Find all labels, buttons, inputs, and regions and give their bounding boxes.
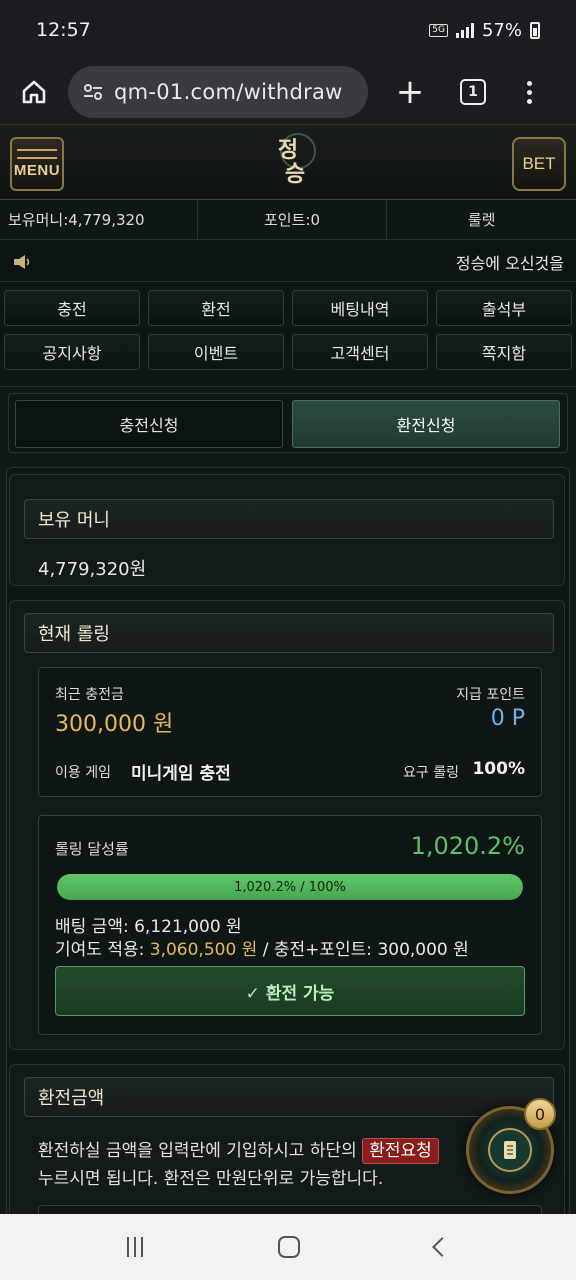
withdraw-request-highlight: 환전요청 [362, 1138, 439, 1164]
withdraw-panel: 보유 머니 4,779,320원 현재 롤링 최근 충전금 300,000 원 … [6, 467, 570, 1264]
main-content: 충전신청 환전신청 보유 머니 4,779,320원 현재 롤링 최근 충전금 … [0, 386, 576, 1264]
battery-percent: 57% [481, 19, 522, 41]
nav-bet-history[interactable]: 베팅내역 [292, 290, 428, 326]
bonus-point-label: 지급 포인트 [456, 687, 525, 703]
logo-char-1: 정 [277, 137, 299, 163]
contribution-value: 3,060,500 원 [149, 940, 258, 960]
home-button[interactable] [14, 72, 54, 112]
notice-bar: 정승에 오신것을 [0, 242, 576, 282]
nav-attendance[interactable]: 출석부 [436, 290, 572, 326]
nav-event[interactable]: 이벤트 [148, 334, 284, 370]
home-icon [22, 80, 46, 104]
status-time: 12:57 [36, 19, 91, 41]
address-bar[interactable]: qm-01.com/withdraw [68, 66, 368, 118]
contribution-label: 기여도 적용: [55, 940, 145, 960]
system-nav-bar [0, 1214, 576, 1280]
new-tab-button[interactable]: + [390, 72, 430, 112]
menu-button[interactable]: MENU [10, 137, 64, 191]
money-section-title: 보유 머니 [24, 499, 554, 539]
bet-amount-line: 배팅 금액: 6,121,000 원 [55, 912, 242, 937]
bonus-point-value: 0 P [490, 706, 525, 731]
account-info-bar: 보유머니:4,779,320 포인트:0 룰렛 [0, 200, 576, 240]
nav-customer-center[interactable]: 고객센터 [292, 334, 428, 370]
browser-toolbar: qm-01.com/withdraw + 1 [0, 60, 576, 124]
rolling-rate-label: 롤링 달성률 [55, 840, 129, 858]
bet-amount-value: 6,121,000 원 [134, 917, 242, 937]
status-icons: 5G 57% [429, 20, 540, 41]
bet-button[interactable]: BET [512, 137, 566, 191]
hamburger-icon [17, 149, 57, 159]
page: 12:57 5G 57% qm-01.com/withdraw + 1 MENU… [0, 0, 576, 1280]
nav-deposit[interactable]: 충전 [4, 290, 140, 326]
status-bar: 12:57 5G 57% [0, 0, 576, 60]
signal-icon [455, 22, 474, 38]
points-balance[interactable]: 포인트:0 [198, 200, 388, 239]
back-button[interactable] [431, 1237, 452, 1257]
notification-count-badge: 0 [524, 1098, 556, 1130]
rolling-progress-label: 1,020.2% / 100% [234, 879, 346, 895]
required-rolling-value: 100% [472, 759, 525, 779]
speaker-icon [14, 254, 30, 269]
game-label: 이용 게임 [55, 765, 111, 781]
bet-amount-label: 배팅 금액: [55, 917, 129, 937]
logo-char-2: 승 [284, 161, 306, 187]
recent-deposit-label: 최근 충전금 [55, 687, 124, 703]
scroll-glyph-icon [504, 1141, 516, 1159]
withdraw-available-button[interactable]: ✓ 환전 가능 [55, 966, 525, 1016]
scroll-icon [488, 1128, 532, 1172]
nav-messages[interactable]: 쪽지함 [436, 334, 572, 370]
request-tabs: 충전신청 환전신청 [8, 393, 568, 453]
roulette-link[interactable]: 룰렛 [387, 200, 576, 239]
rolling-section: 현재 롤링 최근 충전금 300,000 원 지급 포인트 0 P 이용 게임 … [9, 600, 565, 1050]
more-menu-button[interactable] [524, 80, 534, 104]
url-text: qm-01.com/withdraw [114, 80, 343, 104]
money-balance: 보유머니:4,779,320 [0, 200, 198, 239]
site-header: MENU 정 승 BET [0, 124, 576, 200]
site-settings-icon[interactable] [82, 81, 104, 103]
nav-notice[interactable]: 공지사항 [4, 334, 140, 370]
notice-text: 정승에 오신것을 [455, 253, 564, 273]
recent-apps-button[interactable] [127, 1237, 144, 1257]
recent-deposit-value: 300,000 원 [55, 712, 174, 737]
rolling-rate-card: 롤링 달성률 1,020.2% 1,020.2% / 100% 배팅 금액: 6… [38, 815, 542, 1035]
withdraw-amount-title: 환전금액 [24, 1077, 554, 1117]
money-value: 4,779,320원 [38, 559, 147, 580]
nav-withdraw[interactable]: 환전 [148, 290, 284, 326]
tab-switcher-button[interactable]: 1 [460, 79, 486, 105]
site-logo[interactable]: 정 승 [262, 131, 328, 193]
contribution-line: 기여도 적용: 3,060,500 원 / 충전+포인트: 300,000 원 [55, 935, 469, 960]
required-rolling-label: 요구 롤링 [403, 765, 459, 781]
deposit-info-card: 최근 충전금 300,000 원 지급 포인트 0 P 이용 게임 미니게임 충… [38, 667, 542, 797]
game-value: 미니게임 충전 [131, 764, 231, 784]
tab-withdraw-request[interactable]: 환전신청 [292, 400, 560, 448]
menu-label: MENU [13, 162, 61, 179]
desc-text-2: 누르시면 됩니다. 환전은 만원단위로 가능합니다. [38, 1169, 384, 1189]
rolling-rate-value: 1,020.2% [410, 832, 525, 860]
tab-deposit-request[interactable]: 충전신청 [15, 400, 283, 448]
money-section: 보유 머니 4,779,320원 [9, 474, 565, 586]
deposit-points-text: / 충전+포인트: 300,000 원 [262, 940, 469, 960]
network-5g-icon: 5G [429, 23, 448, 37]
home-nav-button[interactable] [277, 1236, 300, 1258]
rolling-section-title: 현재 롤링 [24, 613, 554, 653]
main-nav: 충전 환전 베팅내역 출석부 공지사항 이벤트 고객센터 쪽지함 [4, 290, 572, 370]
battery-icon [530, 21, 540, 39]
desc-text-1: 환전하실 금액을 입력란에 기입하시고 하단의 [38, 1141, 357, 1161]
rolling-progress-bar: 1,020.2% / 100% [57, 874, 523, 900]
